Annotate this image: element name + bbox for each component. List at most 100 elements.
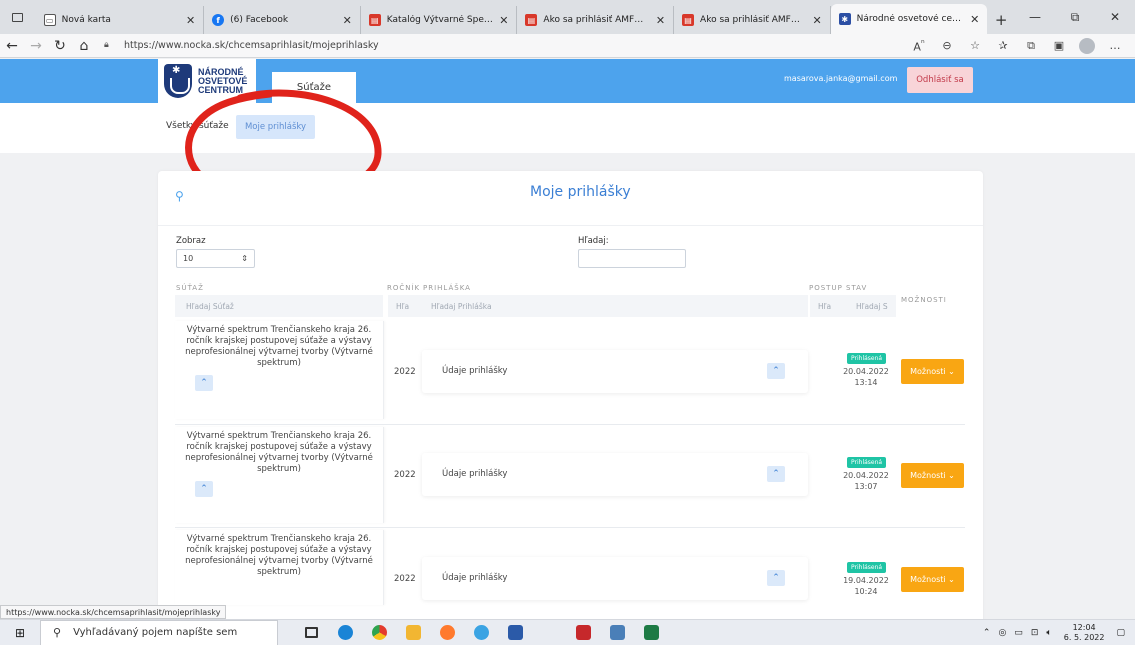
application-label: Údaje prihlášky (442, 469, 508, 479)
close-icon[interactable]: ✕ (656, 14, 665, 27)
expand-application-button[interactable]: ⌃ (767, 570, 785, 586)
edge-icon[interactable] (328, 620, 362, 645)
options-button[interactable]: Možnosti ⌄ (901, 463, 964, 488)
browser-tab-bar: ▭ Nová karta ✕ f (6) Facebook ✕ ▤ Kataló… (0, 0, 1135, 34)
page-size-value: 10 (183, 254, 194, 263)
network-icon[interactable]: ⊡ (1031, 628, 1039, 638)
filter-application-input[interactable]: Hľadaj Prihláška (431, 302, 492, 311)
user-email: masarova.janka@gmail.com (784, 74, 898, 83)
header-year[interactable]: ROČNÍK (387, 284, 420, 292)
filter-progress-input[interactable]: Hľa (818, 302, 831, 311)
status-date: 19.04.2022 10:24 (843, 576, 889, 596)
profile-avatar[interactable] (1079, 37, 1095, 54)
tab-title: (6) Facebook (230, 15, 289, 25)
excel-icon[interactable] (634, 620, 668, 645)
logout-button[interactable]: Odhlásiť sa (907, 67, 973, 93)
extensions-icon[interactable]: ▣ (1045, 39, 1073, 52)
expand-row-button[interactable]: ⌃ (195, 481, 213, 497)
photos-icon[interactable] (600, 620, 634, 645)
taskbar-search[interactable]: ⚲ Vyhľadávaný pojem napíšte sem (40, 619, 278, 645)
page-size-select[interactable]: 10 ⇕ (176, 249, 255, 268)
competition-name: Výtvarné spektrum Trenčianskeho kraja 26… (185, 431, 373, 474)
forward-icon[interactable]: → (24, 38, 48, 54)
read-aloud-icon[interactable]: Aⁿ (905, 38, 933, 54)
card-title: Moje prihlášky (530, 184, 631, 200)
close-icon[interactable]: ✕ (812, 14, 821, 27)
options-button[interactable]: Možnosti ⌄ (901, 567, 964, 592)
status-date: 20.04.2022 13:14 (843, 367, 889, 387)
file-explorer-icon[interactable] (396, 620, 430, 645)
home-icon[interactable]: ⌂ (72, 38, 96, 54)
row-year: 2022 (394, 574, 416, 584)
word-icon[interactable] (498, 620, 532, 645)
search-input[interactable] (578, 249, 686, 268)
tray-device-icon[interactable]: ▭ (1014, 628, 1023, 638)
subnav-all-competitions[interactable]: Všetky súťaže (166, 121, 229, 131)
new-tab-icon[interactable]: + (987, 6, 1015, 34)
close-window-icon[interactable]: ✕ (1095, 10, 1135, 24)
application-box: Údaje prihlášky ⌃ (422, 350, 808, 393)
chrome-icon[interactable] (362, 620, 396, 645)
taskbar-search-placeholder: Vyhľadávaný pojem napíšte sem (73, 627, 238, 638)
url-field[interactable]: 🔒︎ https://www.nocka.sk/chcemsaprihlasit… (104, 36, 905, 56)
restore-icon[interactable]: ⧉ (1055, 10, 1095, 25)
lock-icon: 🔒︎ (104, 39, 109, 50)
collections-icon[interactable]: ⧉ (1017, 39, 1045, 53)
close-icon[interactable]: ✕ (499, 14, 508, 27)
filter-year-input[interactable]: Hľa (396, 302, 409, 311)
options-button[interactable]: Možnosti ⌄ (901, 359, 964, 384)
application-label: Údaje prihlášky (442, 573, 508, 583)
status-badge: Prihlásená (847, 457, 887, 468)
row-divider (175, 527, 965, 528)
tab-amfo-1[interactable]: ▤ Ako sa prihlásiť AMFO 2022.p ✕ (517, 6, 675, 34)
volume-icon[interactable]: 🔈︎ (1046, 628, 1051, 638)
tab-facebook[interactable]: f (6) Facebook ✕ (204, 6, 361, 34)
tray-chevron-icon[interactable]: ⌃ (983, 628, 991, 638)
close-icon[interactable]: ✕ (343, 14, 352, 27)
expand-application-button[interactable]: ⌃ (767, 466, 785, 482)
table-row: Výtvarné spektrum Trenčianskeho kraja 26… (175, 427, 384, 523)
nav-sutaze[interactable]: Súťaže (272, 72, 356, 103)
subnav-my-applications[interactable]: Moje prihlášky (236, 115, 315, 139)
refresh-icon[interactable]: ↻ (48, 38, 72, 54)
expand-application-button[interactable]: ⌃ (767, 363, 785, 379)
url-text: https://www.nocka.sk/chcemsaprihlasit/mo… (124, 40, 379, 51)
header-application[interactable]: PRIHLÁŠKA (423, 284, 471, 292)
ie-icon[interactable] (464, 620, 498, 645)
favorites-icon[interactable]: ✰ (989, 39, 1017, 52)
firefox-icon[interactable] (430, 620, 464, 645)
favorite-add-icon[interactable]: ☆ (961, 39, 989, 52)
tab-new[interactable]: ▭ Nová karta ✕ (36, 6, 205, 34)
header-progress[interactable]: POSTUP (809, 284, 843, 292)
clock-time: 12:04 (1072, 622, 1096, 632)
tray-app-icon[interactable]: ◎ (998, 628, 1006, 638)
toolbar-icons: Aⁿ ⊖ ☆ ✰ ⧉ ▣ … (905, 37, 1129, 54)
zoom-icon[interactable]: ⊖ (933, 39, 961, 52)
task-view-icon[interactable] (294, 620, 328, 645)
expand-row-button[interactable]: ⌃ (195, 375, 213, 391)
tab-title: Ako sa prihlásiť AMFO 2022.p (700, 15, 807, 25)
windows-start-icon[interactable]: ⊞ (0, 626, 40, 640)
tab-title: Národné osvetové centrum - (856, 14, 964, 24)
pdf-app-icon[interactable] (566, 620, 600, 645)
link-status-bar: https://www.nocka.sk/chcemsaprihlasit/mo… (0, 605, 227, 619)
clock[interactable]: 12:04 6. 5. 2022 (1064, 623, 1105, 643)
logo-emblem-icon (164, 64, 192, 98)
site-logo[interactable]: NÁRODNÉ OSVETOVÉ CENTRUM (158, 59, 256, 103)
filter-competition-input[interactable]: Hľadaj Súťaž (186, 302, 234, 311)
filter-status-input[interactable]: Hľadaj S (856, 302, 888, 311)
tab-amfo-2[interactable]: ▤ Ako sa prihlásiť AMFO 2022.p ✕ (674, 6, 831, 34)
close-icon[interactable]: ✕ (970, 13, 979, 26)
back-icon[interactable]: ← (0, 38, 24, 54)
minimize-icon[interactable]: — (1015, 10, 1055, 24)
table-row: Výtvarné spektrum Trenčianskeho kraja 26… (175, 321, 384, 419)
header-competition[interactable]: SÚŤAŽ (176, 284, 204, 292)
close-icon[interactable]: ✕ (186, 14, 195, 27)
pdf-icon: ▤ (682, 14, 695, 26)
tab-noc[interactable]: ✱ Národné osvetové centrum - ✕ (830, 4, 988, 34)
tab-katalog[interactable]: ▤ Katalóg Výtvarné Spektrum T ✕ (361, 6, 518, 34)
header-status[interactable]: STAV (846, 284, 867, 292)
notifications-icon[interactable]: ▢ (1116, 628, 1125, 638)
tab-actions-icon[interactable] (0, 0, 36, 34)
more-icon[interactable]: … (1101, 39, 1129, 52)
